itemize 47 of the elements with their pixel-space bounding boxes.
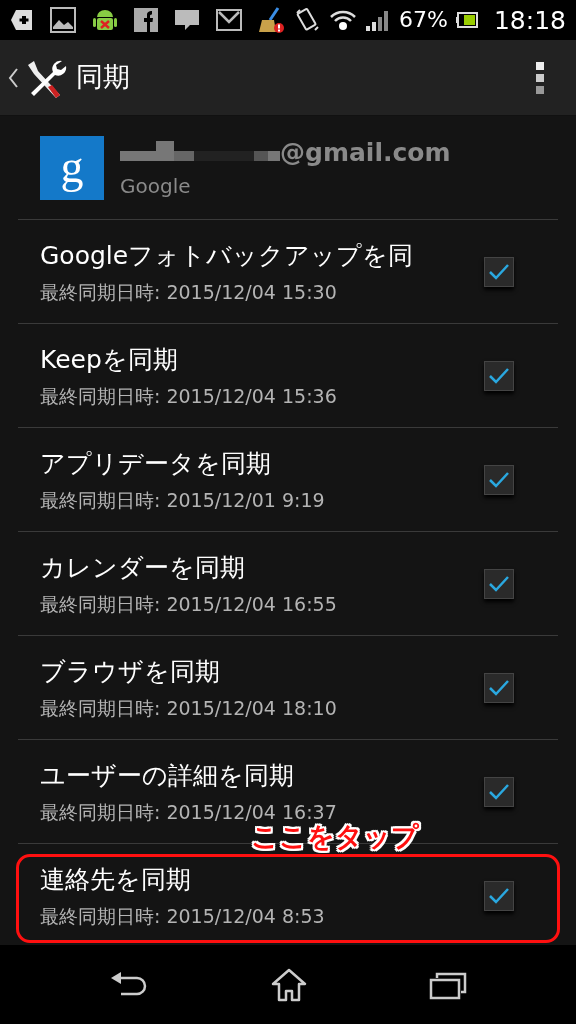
checkbox[interactable]	[484, 464, 514, 495]
google-logo-icon: g	[40, 135, 104, 200]
last-sync-time: 最終同期日時: 2015/12/04 15:36	[40, 384, 337, 409]
checkbox[interactable]	[484, 568, 514, 599]
broom-icon	[258, 6, 284, 34]
account-type: Google	[120, 173, 192, 201]
sync-item-title: アプリデータを同期	[40, 447, 272, 480]
checkbox[interactable]	[484, 256, 514, 287]
add-icon	[10, 8, 34, 32]
status-time: 18:18	[493, 7, 566, 33]
checkmark-icon	[488, 366, 510, 385]
checkbox[interactable]	[484, 360, 514, 391]
back-caret-icon[interactable]	[8, 66, 18, 89]
sync-item-title: 連絡先を同期	[40, 863, 192, 896]
checkmark-icon	[488, 782, 510, 801]
last-sync-time: 最終同期日時: 2015/12/01 9:19	[40, 488, 325, 513]
sync-item-title: Keepを同期	[40, 343, 179, 376]
last-sync-time: 最終同期日時: 2015/12/04 8:53	[40, 904, 325, 929]
account-email: @gmail.com	[280, 136, 451, 169]
checkmark-icon	[488, 470, 510, 489]
last-sync-time: 最終同期日時: 2015/12/04 15:30	[40, 280, 338, 305]
image-icon	[50, 7, 76, 33]
callout-label: ここをタップ	[251, 822, 419, 852]
sync-item-title: Googleフォトバックアップを同	[40, 239, 414, 272]
screen-title: 同期	[76, 60, 130, 95]
checkbox[interactable]	[484, 776, 514, 807]
sync-item-title: カレンダーを同期	[40, 551, 246, 584]
sync-item-title: ブラウザを同期	[40, 655, 221, 688]
last-sync-time: 最終同期日時: 2015/12/04 18:10	[40, 696, 337, 721]
last-sync-time: 最終同期日時: 2015/12/04 16:37	[40, 800, 337, 825]
checkbox[interactable]	[484, 880, 514, 911]
overflow-menu-icon[interactable]	[536, 61, 544, 94]
checkbox[interactable]	[484, 672, 514, 703]
last-sync-time: 最終同期日時: 2015/12/04 16:55	[40, 592, 337, 617]
checkmark-icon	[488, 262, 510, 281]
sync-item-title: ユーザーの詳細を同期	[40, 759, 295, 792]
checkmark-icon	[488, 886, 510, 905]
mail-icon	[216, 9, 242, 31]
checkmark-icon	[488, 574, 510, 593]
home-icon[interactable]	[270, 967, 308, 1002]
auto-rotate-icon	[295, 7, 322, 33]
battery-icon	[455, 12, 478, 28]
chat-icon	[174, 8, 200, 32]
wifi-icon	[329, 8, 358, 32]
checkmark-icon	[488, 678, 510, 697]
battery-percent: 67%	[399, 9, 448, 31]
facebook-icon	[134, 8, 158, 32]
